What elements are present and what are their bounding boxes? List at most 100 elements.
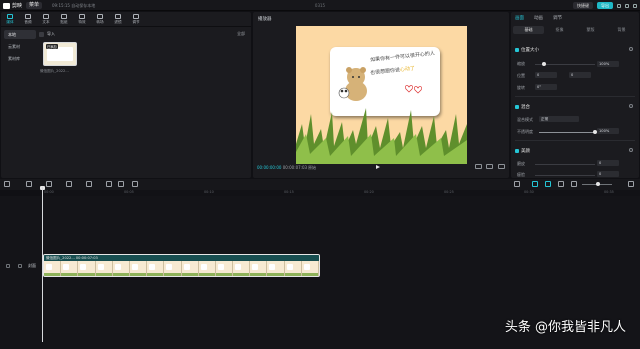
section-title: 位置大小 (521, 48, 539, 53)
scale-value[interactable]: 100% (597, 61, 619, 67)
tab-picture[interactable]: 画面 (515, 15, 524, 21)
ruler-tick: 00:30 (524, 190, 534, 194)
media-thumbnail[interactable]: 已添加 (43, 42, 77, 66)
export-button[interactable]: 导出 (597, 2, 613, 9)
aspect-icon[interactable] (475, 164, 482, 169)
preview-axis-icon[interactable] (558, 181, 564, 187)
scale-knob[interactable] (542, 62, 546, 66)
tab-filter[interactable]: 滤镜 (109, 12, 127, 27)
scale-label: 缩放 (517, 61, 525, 66)
tab-label: 调节 (132, 20, 140, 24)
settings-icon[interactable] (628, 181, 634, 187)
line2-text: 也很想跟你说 (369, 67, 401, 77)
play-icon[interactable] (376, 165, 380, 169)
opacity-value[interactable]: 100% (597, 128, 619, 134)
undo-icon[interactable] (26, 181, 32, 187)
import-label: 导入 (47, 31, 55, 36)
autosave-status: 09:15:15 自动保存本地 (52, 3, 96, 8)
rotate-icon[interactable] (118, 181, 124, 187)
position-y[interactable]: 0 (569, 72, 591, 78)
tab-label: 贴纸 (60, 20, 68, 24)
rotate-value[interactable]: 0° (535, 84, 557, 90)
project-title[interactable]: 0315 (300, 2, 340, 9)
slim-slider[interactable] (535, 175, 595, 176)
import-button[interactable]: 导入 (39, 30, 249, 38)
section-title: 美颜 (521, 149, 530, 154)
tab-audio[interactable]: 音频 (19, 12, 37, 27)
tab-text[interactable]: 文本 (37, 12, 55, 27)
rotate-label: 旋转 (517, 85, 525, 90)
watermark: 头条 @你我皆非凡人 (504, 320, 626, 335)
smooth-slider[interactable] (535, 164, 595, 165)
sidenav-cloud[interactable]: 云素材 (4, 42, 36, 51)
preview-canvas[interactable]: 如果你有一件可以很开心的人 也很想跟你说心动了 (296, 26, 467, 164)
snap-icon[interactable] (545, 181, 551, 187)
shortcut-button[interactable]: 快捷键 (573, 2, 593, 9)
tab-animation[interactable]: 动画 (534, 15, 543, 21)
zoom-knob[interactable] (596, 182, 600, 186)
mic-icon[interactable] (514, 181, 520, 187)
app-logo: 剪映 (3, 2, 22, 9)
bear-illustration (338, 67, 367, 101)
adjust-icon (133, 14, 139, 19)
logo-icon (3, 2, 10, 9)
reset-icon[interactable] (629, 47, 633, 51)
thumb-filename: 微信图片_2022... (40, 69, 69, 73)
tab-adjust-right[interactable]: 调节 (553, 15, 562, 21)
slim-value[interactable]: 0 (597, 171, 619, 177)
playhead[interactable] (42, 187, 43, 342)
sidenav-library[interactable]: 素材库 (4, 54, 36, 63)
sidenav-local[interactable]: 本地 (4, 30, 36, 39)
fullscreen-icon[interactable] (498, 164, 505, 169)
tab-effects[interactable]: 特效 (73, 12, 91, 27)
cover-label[interactable]: 封面 (28, 263, 36, 269)
tab-media[interactable]: 媒体 (1, 12, 19, 27)
position-x[interactable]: 0 (535, 72, 557, 78)
clip-frame (267, 261, 285, 276)
subtab-basic[interactable]: 基础 (513, 26, 544, 34)
tab-adjust[interactable]: 调节 (127, 12, 145, 27)
select-tool-icon[interactable] (4, 181, 10, 187)
reset-icon[interactable] (629, 104, 633, 108)
subtab-cutout[interactable]: 抠像 (544, 26, 575, 34)
audio-icon (25, 14, 31, 19)
added-badge: 已添加 (46, 44, 58, 49)
player-title: 播放器 (258, 17, 272, 22)
tab-label: 滤镜 (114, 20, 122, 24)
blend-mode-select[interactable]: 正常 (539, 116, 579, 122)
reset-icon[interactable] (629, 148, 633, 152)
clip-frame (284, 261, 302, 276)
lock-icon[interactable] (6, 264, 10, 268)
checkbox-icon[interactable] (515, 149, 519, 153)
subtab-background[interactable]: 背景 (606, 26, 637, 34)
smooth-value[interactable]: 0 (597, 160, 619, 166)
checkbox-icon[interactable] (515, 105, 519, 109)
zoom-out-icon[interactable] (571, 181, 577, 187)
clip-frame (147, 261, 165, 276)
link-icon[interactable] (532, 181, 538, 187)
minimize-icon[interactable] (617, 3, 621, 8)
clip-frame (95, 261, 113, 276)
freeze-icon[interactable] (86, 181, 92, 187)
view-filter[interactable]: 全部 (237, 31, 245, 37)
subtab-mask[interactable]: 蒙版 (575, 26, 606, 34)
tab-transition[interactable]: 转场 (91, 12, 109, 27)
fit-icon[interactable] (486, 164, 493, 169)
video-clip[interactable]: 微信图片_2022... 00:00:07:03 (43, 254, 320, 277)
close-icon[interactable] (633, 3, 637, 8)
crop-icon[interactable] (132, 181, 138, 187)
ratio-selector[interactable]: 原始 (308, 165, 316, 171)
inspector-panel: 画面 动画 调节 基础 抠像 蒙版 背景 位置大小 缩放 100% 位置 0 0… (511, 12, 639, 178)
mirror-icon[interactable] (106, 181, 112, 187)
section-divider (515, 96, 635, 97)
checkbox-icon[interactable] (515, 48, 519, 52)
total-time: 00:00:07:03 (282, 165, 308, 170)
split-icon[interactable] (46, 181, 52, 187)
menu-button[interactable]: 菜单 (26, 2, 43, 9)
delete-icon[interactable] (66, 181, 72, 187)
tab-sticker[interactable]: 贴纸 (55, 12, 73, 27)
clip-frame (181, 261, 199, 276)
maximize-icon[interactable] (625, 3, 629, 8)
eye-icon[interactable] (18, 264, 22, 268)
opacity-slider[interactable] (539, 132, 595, 133)
